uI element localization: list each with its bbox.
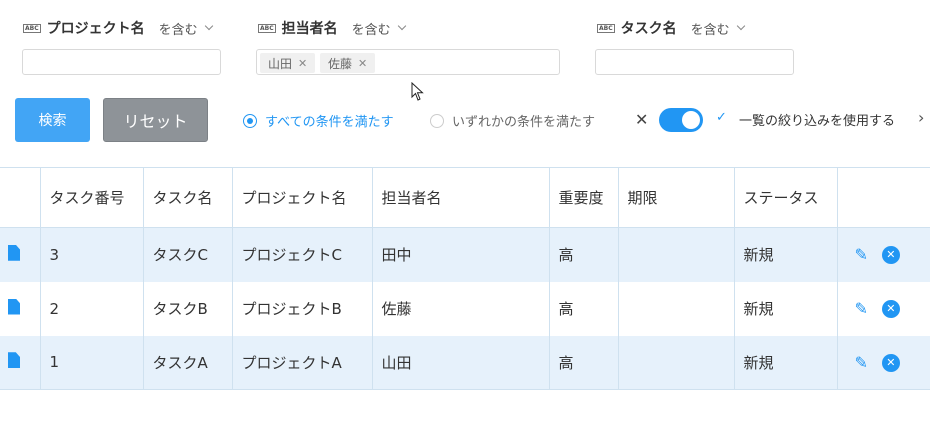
- mouse-cursor-icon: [411, 82, 424, 101]
- cell-priority: 高: [549, 281, 619, 336]
- filter-list-toggle[interactable]: [659, 108, 703, 132]
- cell-status: 新規: [734, 335, 838, 390]
- cell-project-name: プロジェクトC: [232, 227, 373, 282]
- header-task-name[interactable]: タスク名: [143, 167, 233, 228]
- cell-priority: 高: [549, 227, 619, 282]
- delete-icon[interactable]: ✕: [881, 353, 900, 372]
- radio-unselected-icon: [430, 113, 444, 128]
- assignee-tag: 佐藤 ✕: [320, 53, 376, 73]
- header-project-name[interactable]: プロジェクト名: [232, 167, 373, 228]
- match-any-radio[interactable]: いずれかの条件を満たす: [430, 111, 595, 130]
- delete-icon[interactable]: ✕: [881, 300, 900, 318]
- cell-due: [618, 281, 735, 336]
- filter-operator[interactable]: を含む: [159, 19, 198, 38]
- filter-task-name: ABC タスク名 を含む: [597, 18, 745, 38]
- assignee-tag-input[interactable]: 山田 ✕ 佐藤 ✕: [256, 49, 560, 75]
- radio-selected-icon: [243, 113, 257, 128]
- task-name-input[interactable]: [595, 49, 794, 75]
- text-field-icon: ABC: [258, 23, 276, 33]
- header-actions: [837, 167, 930, 228]
- edit-icon[interactable]: ✎: [855, 245, 868, 264]
- document-icon[interactable]: [8, 244, 20, 261]
- match-all-label: すべての条件を満たす: [265, 115, 394, 130]
- table-row[interactable]: 3 タスクC プロジェクトC 田中 高 新規 ✎ ✕: [0, 227, 930, 282]
- header-task-no[interactable]: タスク番号: [40, 167, 144, 228]
- document-icon[interactable]: [8, 352, 20, 369]
- check-icon: ✓: [716, 110, 727, 125]
- filter-project-name: ABC プロジェクト名 を含む: [23, 18, 213, 38]
- filter-assignee: ABC 担当者名 を含む: [258, 18, 406, 38]
- header-priority[interactable]: 重要度: [549, 167, 619, 228]
- chevron-down-icon[interactable]: [204, 21, 213, 31]
- cell-assignee: 田中: [372, 227, 550, 282]
- cell-due: [618, 227, 735, 282]
- reset-button[interactable]: リセット: [103, 98, 208, 142]
- header-due[interactable]: 期限: [618, 167, 735, 228]
- filter-operator[interactable]: を含む: [352, 19, 391, 38]
- cell-task-name: タスクA: [143, 335, 233, 390]
- match-all-radio[interactable]: すべての条件を満たす: [243, 111, 394, 130]
- header-assignee[interactable]: 担当者名: [372, 167, 550, 228]
- assignee-tag: 山田 ✕: [260, 53, 316, 73]
- header-status[interactable]: ステータス: [734, 167, 838, 228]
- table-row[interactable]: 2 タスクB プロジェクトB 佐藤 高 新規 ✎ ✕: [0, 281, 930, 336]
- project-name-input[interactable]: [22, 49, 221, 75]
- cell-due: [618, 335, 735, 390]
- table-row[interactable]: 1 タスクA プロジェクトA 山田 高 新規 ✎ ✕: [0, 335, 930, 390]
- filter-operator[interactable]: を含む: [691, 19, 730, 38]
- cell-assignee: 佐藤: [372, 281, 550, 336]
- edit-icon[interactable]: ✎: [855, 353, 868, 372]
- cell-task-name: タスクC: [143, 227, 233, 282]
- search-button[interactable]: 検索: [15, 98, 90, 142]
- cell-task-no: 2: [40, 281, 144, 336]
- remove-tag-icon[interactable]: ✕: [358, 57, 367, 70]
- filter-label: プロジェクト名: [46, 21, 145, 37]
- cell-status: 新規: [734, 227, 838, 282]
- toggle-knob: [682, 111, 700, 129]
- cell-task-no: 3: [40, 227, 144, 282]
- chevron-right-icon[interactable]: ›: [918, 108, 924, 127]
- cell-project-name: プロジェクトA: [232, 335, 373, 390]
- delete-icon[interactable]: ✕: [881, 246, 900, 265]
- toggle-label: 一覧の絞り込みを使用する: [739, 114, 896, 129]
- header-icon-col: [0, 167, 41, 228]
- filter-label: 担当者名: [281, 21, 338, 37]
- cell-status: 新規: [734, 281, 838, 336]
- cell-task-name: タスクB: [143, 281, 233, 336]
- tag-label: 佐藤: [328, 56, 353, 71]
- remove-tag-icon[interactable]: ✕: [298, 57, 307, 70]
- chevron-down-icon[interactable]: [397, 21, 406, 31]
- close-icon: ✕: [635, 110, 649, 129]
- cell-assignee: 山田: [372, 335, 550, 390]
- text-field-icon: ABC: [23, 23, 41, 33]
- filter-label: タスク名: [620, 21, 677, 37]
- table-header-row: タスク番号 タスク名 プロジェクト名 担当者名 重要度 期限 ステータス: [0, 167, 930, 228]
- edit-icon[interactable]: ✎: [855, 299, 868, 318]
- cell-priority: 高: [549, 335, 619, 390]
- chevron-down-icon[interactable]: [736, 21, 745, 31]
- cell-task-no: 1: [40, 335, 144, 390]
- document-icon[interactable]: [8, 298, 20, 315]
- task-table: タスク番号 タスク名 プロジェクト名 担当者名 重要度 期限 ステータス 3 タ…: [0, 167, 930, 390]
- text-field-icon: ABC: [597, 23, 615, 33]
- cell-project-name: プロジェクトB: [232, 281, 373, 336]
- match-any-label: いずれかの条件を満たす: [452, 115, 596, 130]
- tag-label: 山田: [268, 56, 293, 71]
